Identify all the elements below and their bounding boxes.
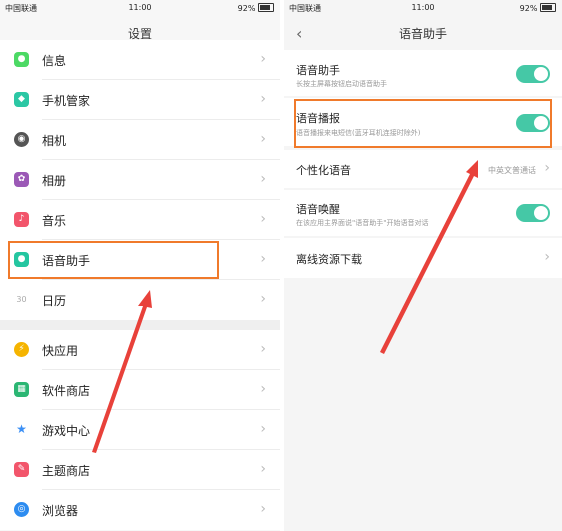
row-title: 语音助手 xyxy=(296,64,340,77)
settings-item-calendar[interactable]: 30 日历 › xyxy=(0,280,280,320)
header: ‹ 语音助手 xyxy=(284,16,562,50)
settings-item-label: 浏览器 xyxy=(42,504,79,518)
settings-item-label: 日历 xyxy=(42,294,67,308)
status-bar: 中国联通 11:00 92% xyxy=(0,0,280,16)
voice-assistant-screen: 中国联通 11:00 92% ‹ 语音助手 语音助手 长按主屏幕按钮启动语音助手… xyxy=(284,0,562,531)
chevron-right-icon: › xyxy=(260,131,266,147)
chevron-right-icon: › xyxy=(260,91,266,107)
gallery-icon: ✿ xyxy=(14,172,29,187)
chevron-right-icon: › xyxy=(260,421,266,437)
settings-item-messages[interactable]: ● 信息 › xyxy=(0,40,280,80)
calendar-icon: 30 xyxy=(14,292,29,307)
chevron-right-icon: › xyxy=(544,249,550,265)
camera-icon: ◉ xyxy=(14,132,29,147)
row-subtitle: 长按主屏幕按钮启动语音助手 xyxy=(296,80,387,88)
settings-item-gallery[interactable]: ✿ 相册 › xyxy=(0,160,280,200)
game-center-icon: ★ xyxy=(14,422,29,437)
theme-store-icon: ✎ xyxy=(14,462,29,477)
voice-wakeup-toggle[interactable] xyxy=(516,204,550,222)
voice-assistant-toggle[interactable] xyxy=(516,65,550,83)
chevron-right-icon: › xyxy=(260,171,266,187)
settings-item-game-center[interactable]: ★ 游戏中心 › xyxy=(0,410,280,450)
battery-status: 92% xyxy=(520,3,556,13)
browser-icon: ◎ xyxy=(14,502,29,517)
battery-status: 92% xyxy=(238,3,274,13)
highlight-box xyxy=(8,241,219,279)
chevron-right-icon: › xyxy=(260,211,266,227)
highlight-box xyxy=(294,99,552,148)
row-value: 中英文普通话 xyxy=(488,166,536,175)
settings-item-label: 软件商店 xyxy=(42,384,91,398)
chevron-right-icon: › xyxy=(260,381,266,397)
settings-item-app-store[interactable]: ▦ 软件商店 › xyxy=(0,370,280,410)
shield-icon: ◆ xyxy=(14,92,29,107)
settings-item-label: 信息 xyxy=(42,54,67,68)
settings-item-label: 游戏中心 xyxy=(42,424,91,438)
chevron-right-icon: › xyxy=(260,501,266,517)
row-subtitle: 在该应用主界面说"语音助手"开始语音对话 xyxy=(296,219,429,227)
personalized-voice-row[interactable]: 个性化语音 中英文普通话 › xyxy=(284,150,562,188)
quick-app-icon: ⚡ xyxy=(14,342,29,357)
battery-percent: 92% xyxy=(237,4,256,13)
chevron-right-icon: › xyxy=(260,341,266,357)
settings-item-browser[interactable]: ◎ 浏览器 › xyxy=(0,490,280,530)
battery-percent: 92% xyxy=(519,4,538,13)
settings-item-label: 相机 xyxy=(42,134,67,148)
offline-download-row[interactable]: 离线资源下载 › xyxy=(284,238,562,278)
settings-item-label: 相册 xyxy=(42,174,67,188)
settings-item-camera[interactable]: ◉ 相机 › xyxy=(0,120,280,160)
settings-item-theme-store[interactable]: ✎ 主题商店 › xyxy=(0,450,280,490)
settings-item-quick-app[interactable]: ⚡ 快应用 › xyxy=(0,330,280,370)
chevron-right-icon: › xyxy=(260,461,266,477)
settings-item-music[interactable]: ♪ 音乐 › xyxy=(0,200,280,240)
chevron-right-icon: › xyxy=(260,251,266,267)
settings-item-label: 快应用 xyxy=(42,344,79,358)
row-title: 个性化语音 xyxy=(296,164,351,177)
section-gap xyxy=(0,320,280,330)
message-icon: ● xyxy=(14,52,29,67)
settings-item-label: 手机管家 xyxy=(42,94,91,108)
chevron-right-icon: › xyxy=(544,160,550,176)
app-store-icon: ▦ xyxy=(14,382,29,397)
settings-item-label: 主题商店 xyxy=(42,464,91,478)
music-icon: ♪ xyxy=(14,212,29,227)
chevron-right-icon: › xyxy=(260,291,266,307)
status-bar: 中国联通 11:00 92% xyxy=(284,0,562,16)
settings-item-phone-manager[interactable]: ◆ 手机管家 › xyxy=(0,80,280,120)
row-title: 离线资源下载 xyxy=(296,253,362,266)
battery-icon xyxy=(540,3,556,12)
voice-assistant-row: 语音助手 长按主屏幕按钮启动语音助手 xyxy=(284,50,562,96)
battery-icon xyxy=(258,3,274,12)
page-title: 语音助手 xyxy=(398,27,447,41)
row-title: 语音唤醒 xyxy=(296,203,340,216)
settings-item-label: 音乐 xyxy=(42,214,67,228)
voice-wakeup-row: 语音唤醒 在该应用主界面说"语音助手"开始语音对话 xyxy=(284,190,562,236)
settings-screen: 中国联通 11:00 92% 设置 ● 信息 › ◆ 手机管家 › ◉ 相机 ›… xyxy=(0,0,280,531)
chevron-right-icon: › xyxy=(260,51,266,67)
